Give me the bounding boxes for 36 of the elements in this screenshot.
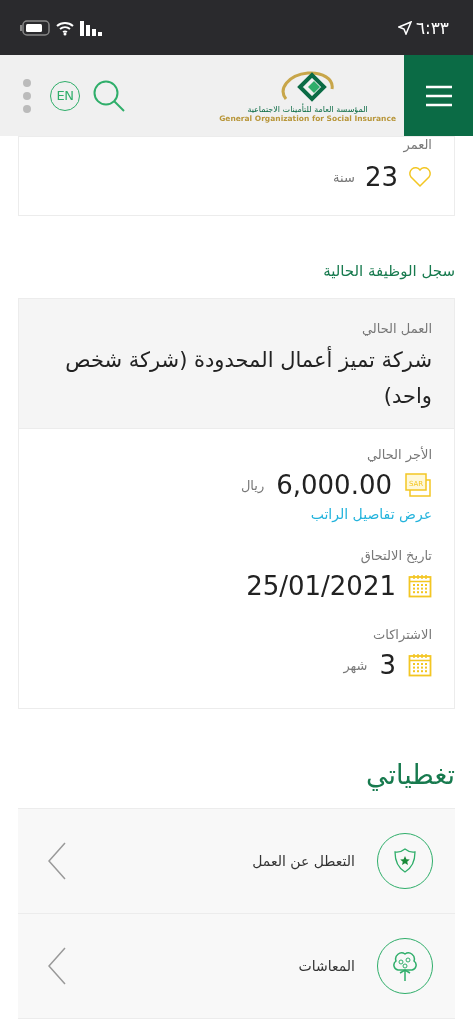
logo-arabic-text: المؤسسة العامة للتأمينات الاجتماعية [247,104,368,114]
unit-label: ريال [240,477,265,493]
field-value: 6,000.00 [276,470,392,500]
coverage-item[interactable]: التعطل عن العمل [18,809,455,914]
shield-star-icon [393,848,417,874]
location-arrow-icon [397,20,412,35]
date-value: 25/01/2021 [246,571,396,601]
signal-icon [80,19,102,36]
field-label: تاريخ الالتحاق [359,548,432,563]
coverage-label: المعاشات [297,958,355,974]
age-label: العمر [402,137,432,152]
chevron-left-icon [48,947,66,985]
battery-icon [20,19,50,36]
field-value: 3 [379,650,396,680]
calendar-icon [408,653,432,677]
coverage-label: التعطل عن العمل [251,853,355,869]
status-time: ٦:٣٣ [415,17,449,38]
search-icon[interactable] [92,78,126,113]
menu-icon [425,84,452,107]
coverages-title: تغطياتي [364,759,455,790]
age-value: 23 [364,162,398,192]
field-label: الأجر الحالي [365,447,432,462]
calendar-icon [408,574,432,598]
heart-icon [408,166,432,188]
coverage-item[interactable]: المعاشات [18,914,455,1019]
menu-button[interactable] [404,55,473,136]
more-options-icon[interactable] [22,77,32,114]
unit-label: شهر [343,657,368,673]
employer-label: العمل الحالي [360,321,432,336]
section-title: سجل الوظيفة الحالية [322,262,455,280]
chevron-left-icon [48,842,66,880]
age-unit: سنة [333,169,355,185]
wifi-icon [56,19,74,36]
employer-name: شركة تميز أعمال المحدودة (شركة شخص واحد) [64,345,432,410]
field-label: الاشتراكات [372,627,432,642]
tree-icon [392,951,418,981]
